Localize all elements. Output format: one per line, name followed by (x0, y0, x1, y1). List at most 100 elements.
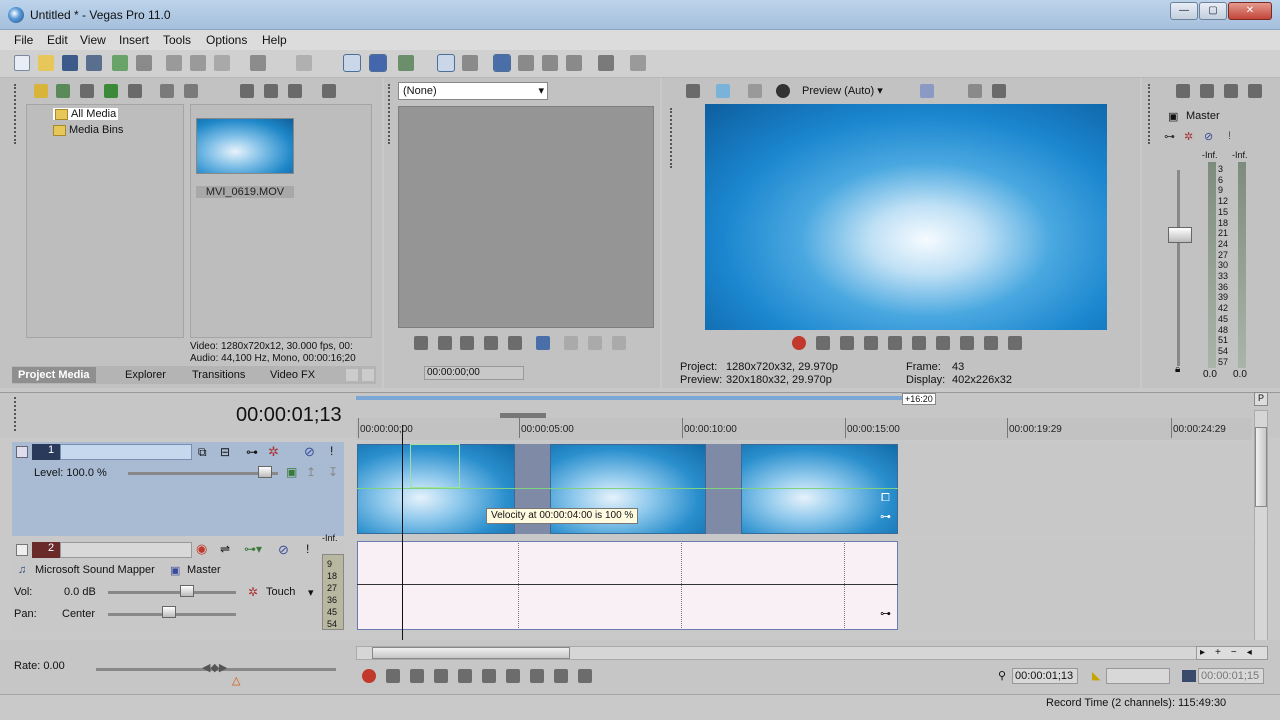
video-preview-frame[interactable] (705, 104, 1107, 330)
tab-explorer[interactable]: Explorer (125, 369, 166, 381)
close-button[interactable]: ✕ (1228, 2, 1272, 20)
next-frame-icon[interactable] (578, 669, 592, 683)
play-icon[interactable] (434, 669, 448, 683)
pause-icon[interactable] (458, 669, 472, 683)
play-from-start-icon[interactable] (410, 669, 424, 683)
audio-track-header[interactable]: 2 ◉ ⇌ ⊶▾ ⊘ ! ♫ Microsoft Sound Mapper ▣ … (12, 533, 344, 632)
minimize-button[interactable]: — (1170, 2, 1198, 20)
capture-video-icon[interactable] (56, 84, 70, 98)
add-to-timeline-icon[interactable] (564, 336, 578, 350)
trimmer-timecode[interactable]: 00:00:00;00 (424, 366, 524, 380)
previous-frame-icon[interactable] (554, 669, 568, 683)
solo-icon[interactable]: ! (306, 542, 309, 556)
auto-preview-icon[interactable] (288, 84, 302, 98)
trimmer-history-dropdown[interactable]: (None) ▾ (398, 82, 548, 100)
loop-icon[interactable] (816, 336, 830, 350)
video-fx-icon[interactable] (748, 84, 762, 98)
video-track-header[interactable]: 1 ⧉ ⊟ ⊶ ✲ ⊘ ! Level: 100.0 % ▣ ↥ ↧ (12, 442, 344, 536)
play-icon[interactable] (460, 336, 474, 350)
menu-edit[interactable]: Edit (47, 33, 68, 47)
mute-icon[interactable]: ⊘ (278, 542, 289, 558)
zoom-tool-icon[interactable] (566, 55, 582, 71)
panel-grip[interactable] (14, 84, 17, 144)
undo-icon[interactable] (250, 55, 266, 71)
remove-media-icon[interactable] (160, 84, 174, 98)
mixer-fx-icon[interactable]: ⊶ (1164, 130, 1175, 143)
invert-phase-icon[interactable]: ⇌ (220, 542, 230, 556)
mixer-downmix-icon[interactable] (1224, 84, 1238, 98)
selection-length-field[interactable] (1106, 668, 1170, 684)
make-compositing-child-icon[interactable]: ⊟ (220, 445, 230, 459)
solo-icon[interactable]: ! (1228, 130, 1231, 142)
track-minimize-icon[interactable] (16, 544, 28, 556)
expand-keyframes-icon[interactable]: ↥ (306, 465, 316, 479)
next-frame-icon[interactable] (1008, 336, 1022, 350)
tab-transitions[interactable]: Transitions (192, 369, 245, 381)
add-to-timeline-end-icon[interactable] (588, 336, 602, 350)
media-properties-icon[interactable] (184, 84, 198, 98)
cursor-position-field[interactable]: 00:00:01;13 (1012, 668, 1078, 684)
mute-icon[interactable]: ⊘ (304, 444, 315, 460)
auto-ripple-icon[interactable] (493, 54, 511, 72)
play-media-icon[interactable] (240, 84, 254, 98)
menu-insert[interactable]: Insert (119, 33, 149, 47)
media-file-name[interactable]: MVI_0619.MOV (196, 186, 294, 198)
tab-video-fx[interactable]: Video FX (270, 369, 315, 381)
lock-envelopes-icon[interactable] (462, 55, 478, 71)
go-to-end-icon[interactable] (960, 336, 974, 350)
pause-icon[interactable] (888, 336, 902, 350)
import-media-icon[interactable] (34, 84, 48, 98)
mute-icon[interactable]: ⊘ (1204, 130, 1213, 143)
refresh-icon[interactable] (104, 84, 118, 98)
panel-grip[interactable] (670, 108, 673, 168)
panel-grip[interactable] (388, 84, 391, 144)
save-as-icon[interactable] (86, 55, 102, 71)
auto-crossfade-icon[interactable] (437, 54, 455, 72)
panel-grip[interactable] (1148, 84, 1151, 144)
event-pan-crop-icon[interactable]: ⧠ (881, 492, 890, 505)
track-name-field[interactable] (60, 542, 192, 558)
mixer-insert-icon[interactable] (1200, 84, 1214, 98)
search-media-icon[interactable] (128, 84, 142, 98)
tree-item-media-bins[interactable]: Media Bins (53, 124, 123, 136)
marker-icon[interactable]: P (1254, 392, 1268, 406)
event-fx-icon[interactable]: ⊶ (880, 607, 891, 620)
timeline-cursor[interactable] (402, 425, 403, 645)
velocity-envelope-line[interactable] (357, 488, 898, 489)
track-minimize-icon[interactable] (16, 446, 28, 458)
tab-scroll-right-icon[interactable] (362, 369, 374, 381)
split-icon[interactable] (598, 55, 614, 71)
paste-icon[interactable] (214, 55, 230, 71)
record-icon[interactable] (362, 669, 376, 683)
go-to-end-icon[interactable] (530, 669, 544, 683)
track-fx-icon[interactable]: ⊶▾ (244, 542, 262, 556)
master-fx-icon[interactable]: ✲ (1184, 130, 1193, 143)
mixer-properties-icon[interactable] (1176, 84, 1190, 98)
go-to-start-icon[interactable] (936, 336, 950, 350)
external-monitor-icon[interactable] (716, 84, 730, 98)
audio-device-label[interactable]: Microsoft Sound Mapper (35, 564, 155, 576)
ignore-grouping-icon[interactable] (518, 55, 534, 71)
render-icon[interactable] (112, 55, 128, 71)
collapse-keyframes-icon[interactable]: ↧ (328, 465, 338, 479)
views-icon[interactable] (322, 84, 336, 98)
zoom-controls[interactable]: ▸+−◂ (1196, 646, 1268, 660)
go-to-start-icon[interactable] (506, 669, 520, 683)
selection-tool-icon[interactable] (542, 55, 558, 71)
bypass-motion-blur-icon[interactable]: ⊶ (246, 445, 258, 459)
menu-options[interactable]: Options (206, 33, 247, 47)
loop-icon[interactable] (386, 669, 400, 683)
master-fader-knob[interactable] (1168, 227, 1192, 243)
preview-properties-icon[interactable] (686, 84, 700, 98)
rate-slider-knob[interactable]: ◀◆▶ (202, 661, 227, 674)
audio-clip[interactable] (357, 541, 898, 630)
get-media-from-web-icon[interactable] (80, 84, 94, 98)
stop-icon[interactable] (508, 336, 522, 350)
time-ruler[interactable]: 00:00:00;00 00:00:05:00 00:00:10:00 00:00:1… (356, 418, 1252, 440)
solo-icon[interactable]: ! (330, 444, 333, 458)
lock-icon[interactable]: 🔒︎ (1175, 364, 1180, 375)
chevron-down-icon[interactable]: ▾ (308, 586, 314, 599)
save-snapshot-icon[interactable] (992, 84, 1006, 98)
pause-icon[interactable] (484, 336, 498, 350)
menu-help[interactable]: Help (262, 33, 287, 47)
